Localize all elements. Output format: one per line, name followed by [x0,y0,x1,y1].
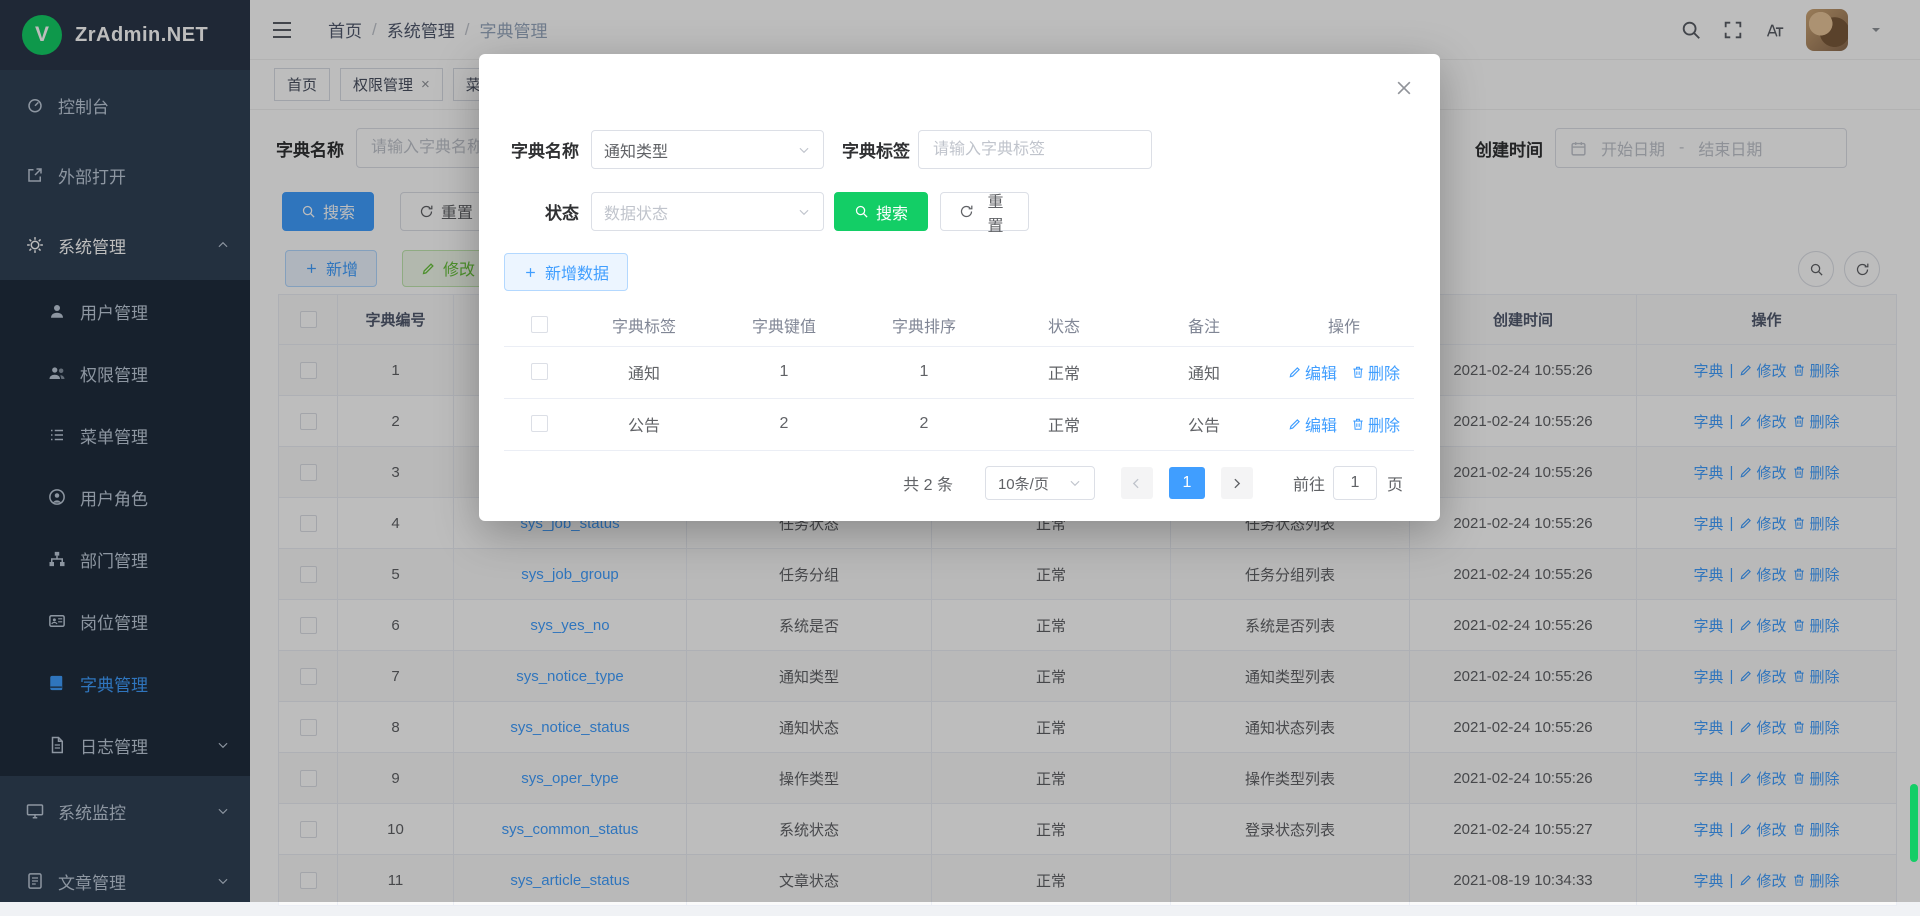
dict-data-table: 字典标签 字典键值 字典排序 状态 备注 操作 通知 1 1 正常 通知 [504,304,1414,451]
dict-name-label: 字典名称 [506,137,579,162]
cell-ops: 编辑 删除 [1274,346,1414,398]
status-select[interactable]: 数据状态 [591,192,824,231]
table-row: 公告 2 2 正常 公告 编辑 删除 [504,398,1414,450]
cell-sort: 2 [854,398,994,450]
cell-select [504,398,574,450]
scrollbar-thumb[interactable] [1910,784,1918,862]
header-sort: 字典排序 [854,304,994,346]
goto-label: 前往 [1293,471,1325,495]
cell-ops: 编辑 删除 [1274,398,1414,450]
select-placeholder: 数据状态 [604,200,668,224]
row-checkbox[interactable] [531,415,548,432]
cell-status: 正常 [994,346,1134,398]
plus-icon [523,265,538,280]
row-checkbox[interactable] [531,363,548,380]
add-data-label: 新增数据 [545,260,609,284]
status-label: 状态 [506,199,579,224]
dict-name-select[interactable]: 通知类型 [591,130,824,169]
cell-label: 公告 [574,398,714,450]
header-select [504,304,574,346]
chevron-down-icon [797,205,811,219]
header-label: 字典标签 [574,304,714,346]
cell-value: 1 [714,346,854,398]
header-status: 状态 [994,304,1134,346]
refresh-icon [959,204,974,219]
page-size-select[interactable]: 10条/页 [985,466,1095,500]
header-value: 字典键值 [714,304,854,346]
delete-op-link[interactable]: 删除 [1351,412,1400,436]
prev-page-button[interactable] [1121,467,1153,499]
trash-icon [1351,365,1365,379]
edit-op-link[interactable]: 编辑 [1288,412,1337,436]
edit-op-label: 编辑 [1305,412,1337,436]
page-number-button[interactable]: 1 [1169,467,1205,499]
modal-filter-row-2: 状态 数据状态 搜索 重置 [506,192,1029,231]
goto-page-input[interactable] [1333,466,1377,500]
modal-table-body: 通知 1 1 正常 通知 编辑 删除 [504,346,1414,450]
pagination: 共 2 条 10条/页 1 前往 页 [479,466,1440,500]
table-row: 通知 1 1 正常 通知 编辑 删除 [504,346,1414,398]
chevron-down-icon [797,143,811,157]
pagination-total: 共 2 条 [903,471,953,495]
page-unit-label: 页 [1387,471,1403,495]
delete-op-label: 删除 [1368,360,1400,384]
header-remark: 备注 [1134,304,1274,346]
search-icon [854,204,869,219]
chevron-down-icon [1068,476,1082,490]
modal-reset-button[interactable]: 重置 [940,192,1029,231]
edit-icon [1288,417,1302,431]
dict-label-label: 字典标签 [842,137,910,162]
cell-sort: 1 [854,346,994,398]
header-ops: 操作 [1274,304,1414,346]
cell-label: 通知 [574,346,714,398]
edit-icon [1288,365,1302,379]
page-size-value: 10条/页 [998,473,1049,494]
cell-select [504,346,574,398]
chevron-right-icon [1230,477,1243,490]
cell-status: 正常 [994,398,1134,450]
edit-op-label: 编辑 [1305,360,1337,384]
cell-remark: 公告 [1134,398,1274,450]
delete-op-label: 删除 [1368,412,1400,436]
edit-op-link[interactable]: 编辑 [1288,360,1337,384]
dict-data-dialog: 字典名称 通知类型 字典标签 状态 数据状态 搜索 重置 新增数据 [479,54,1440,521]
chevron-left-icon [1130,477,1143,490]
add-data-button[interactable]: 新增数据 [504,253,628,291]
cell-remark: 通知 [1134,346,1274,398]
modal-table-header: 字典标签 字典键值 字典排序 状态 备注 操作 [504,304,1414,346]
select-value: 通知类型 [604,138,668,162]
cell-value: 2 [714,398,854,450]
delete-op-link[interactable]: 删除 [1351,360,1400,384]
modal-filter-row-1: 字典名称 通知类型 字典标签 [506,130,1152,169]
modal-search-button[interactable]: 搜索 [834,192,928,231]
close-icon[interactable] [1394,78,1414,98]
next-page-button[interactable] [1221,467,1253,499]
modal-reset-label: 重置 [981,188,1010,236]
modal-search-label: 搜索 [876,200,908,224]
dict-label-input[interactable] [918,130,1152,169]
select-all-checkbox[interactable] [531,316,548,333]
trash-icon [1351,417,1365,431]
